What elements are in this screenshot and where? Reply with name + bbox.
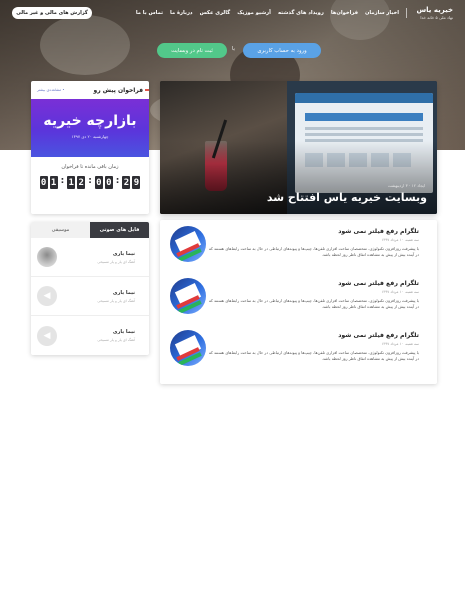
countdown-digit: 1: [67, 176, 76, 189]
call-panel-header: فراخوان پیش رو • مشاهده‌ی بیشتر: [31, 81, 149, 99]
countdown-digit: 0: [104, 176, 113, 189]
list-item[interactable]: نیما یاری آهنگ ای یار و یار مسیحی ◀: [31, 277, 149, 316]
nav-item-music[interactable]: آرشیو موزیک: [237, 10, 271, 18]
countdown-colon: :: [60, 176, 65, 186]
track-artist: نیما یاری: [112, 289, 135, 296]
audio-files-panel: فایل های صوتی موسیقی نیما یاری آهنگ ای ی…: [31, 222, 149, 355]
news-date: سه شنبه، ۱۰ مرداد ۱۳۹۷: [381, 290, 419, 294]
countdown-digit: 0: [39, 176, 48, 189]
nav-item-past-events[interactable]: رویداد های گذشته: [278, 10, 324, 18]
countdown-digit: 2: [122, 176, 131, 189]
countdown-digit: 1: [49, 176, 58, 189]
news-excerpt: با پیشرفت روز‌افزون تکنولوژی، متخصصان سا…: [208, 350, 419, 361]
call-banner[interactable]: بازارچه خیریه چهارشنبه ۲۰ دی ۱۳۹۷: [31, 99, 149, 157]
artist-avatar: [37, 247, 57, 267]
news-thumbnail-icon: [170, 226, 206, 262]
featured-headline[interactable]: وبسایت خیریه یاس افتتاح شد: [267, 191, 427, 204]
countdown-colon: :: [115, 176, 120, 186]
featured-slider[interactable]: ایجاد ۱۲ · ۳ اردیبهشت وبسایت خیریه یاس ا…: [160, 81, 437, 214]
login-button[interactable]: ورود به حساب کاربری: [243, 43, 321, 58]
news-item[interactable]: تلگرام رفع فیلتر نمی شود سه شنبه، ۱۰ مرد…: [170, 226, 427, 278]
countdown-digit: 9: [132, 176, 141, 189]
brand-logo[interactable]: خیریه یاس نهاد ملی ۵ خانه خدا: [417, 6, 453, 20]
or-label: یا: [232, 46, 235, 52]
nav-item-about[interactable]: دربارهٔ ما: [170, 10, 193, 18]
call-more-link[interactable]: • مشاهده‌ی بیشتر: [37, 88, 64, 92]
track-title: آهنگ ای یار و یار مسیحی: [97, 298, 135, 303]
call-banner-date: چهارشنبه ۲۰ دی ۱۳۹۷: [71, 134, 109, 139]
news-list: تلگرام رفع فیلتر نمی شود سه شنبه، ۱۰ مرد…: [160, 220, 437, 384]
list-item[interactable]: نیما یاری آهنگ ای یار و یار مسیحی: [31, 238, 149, 277]
track-title: آهنگ ای یار و یار مسیحی: [97, 338, 135, 342]
main-nav: اخبار سازمان فراخوان‌ها رویداد های گذشته…: [136, 8, 407, 18]
nav-item-calls[interactable]: فراخوان‌ها: [331, 10, 358, 18]
audio-tabs: فایل های صوتی موسیقی: [31, 222, 149, 238]
countdown-colon: :: [88, 176, 92, 186]
news-title[interactable]: تلگرام رفع فیلتر نمی شود: [206, 280, 419, 287]
news-date: سه شنبه، ۱۰ مرداد ۱۳۹۷: [381, 342, 419, 346]
upcoming-call-panel: فراخوان پیش رو • مشاهده‌ی بیشتر بازارچه …: [31, 81, 149, 214]
tab-music[interactable]: موسیقی: [31, 222, 90, 238]
track-artist: نیما یاری: [112, 329, 135, 335]
countdown-label: زمان باقی مانده تا فراخوان: [61, 164, 119, 170]
call-panel-title: فراخوان پیش رو: [93, 86, 143, 94]
brand-title: خیریه یاس: [416, 6, 453, 14]
news-excerpt: با پیشرفت روز‌افزون تکنولوژی، متخصصان سا…: [208, 298, 419, 309]
featured-meta: ایجاد ۱۲ · ۳ اردیبهشت: [387, 183, 425, 188]
brand-subtitle: نهاد ملی ۵ خانه خدا: [420, 15, 453, 20]
news-item[interactable]: تلگرام رفع فیلتر نمی شود سه شنبه، ۱۰ مرد…: [170, 330, 427, 382]
play-icon[interactable]: ◀: [37, 286, 57, 306]
countdown-digit: 0: [94, 176, 103, 189]
nav-divider: [406, 8, 407, 18]
news-thumbnail-icon: [170, 330, 206, 366]
register-button[interactable]: ثبت نام در وبسایت: [157, 43, 227, 58]
nav-item-contact[interactable]: تماس با ما: [136, 10, 163, 18]
list-item[interactable]: نیما یاری آهنگ ای یار و یار مسیحی ◀: [31, 316, 149, 355]
reports-button[interactable]: گزارش های مالی و غیر مالی: [12, 7, 92, 19]
countdown-digit: 2: [77, 176, 86, 189]
call-banner-title: بازارچه خیریه: [43, 113, 137, 129]
news-item[interactable]: تلگرام رفع فیلتر نمی شود سه شنبه، ۱۰ مرد…: [170, 278, 427, 330]
news-title[interactable]: تلگرام رفع فیلتر نمی شود: [206, 332, 419, 339]
countdown-timer: 0 1 : 1 2 : 0 0 : 2 9: [31, 176, 149, 189]
nav-item-news[interactable]: اخبار سازمان: [365, 10, 399, 18]
tab-audio-files[interactable]: فایل های صوتی: [90, 222, 149, 238]
news-thumbnail-icon: [170, 278, 206, 314]
news-excerpt: با پیشرفت روز‌افزون تکنولوژی، متخصصان سا…: [208, 246, 419, 257]
play-icon[interactable]: ◀: [37, 325, 57, 346]
news-date: سه شنبه، ۱۰ مرداد ۱۳۹۷: [381, 238, 419, 242]
nav-item-gallery[interactable]: گالری عکس: [200, 10, 231, 18]
title-accent-mark: [145, 89, 149, 91]
track-artist: نیما یاری: [112, 250, 135, 257]
news-title[interactable]: تلگرام رفع فیلتر نمی شود: [206, 228, 419, 235]
track-title: آهنگ ای یار و یار مسیحی: [97, 259, 135, 264]
